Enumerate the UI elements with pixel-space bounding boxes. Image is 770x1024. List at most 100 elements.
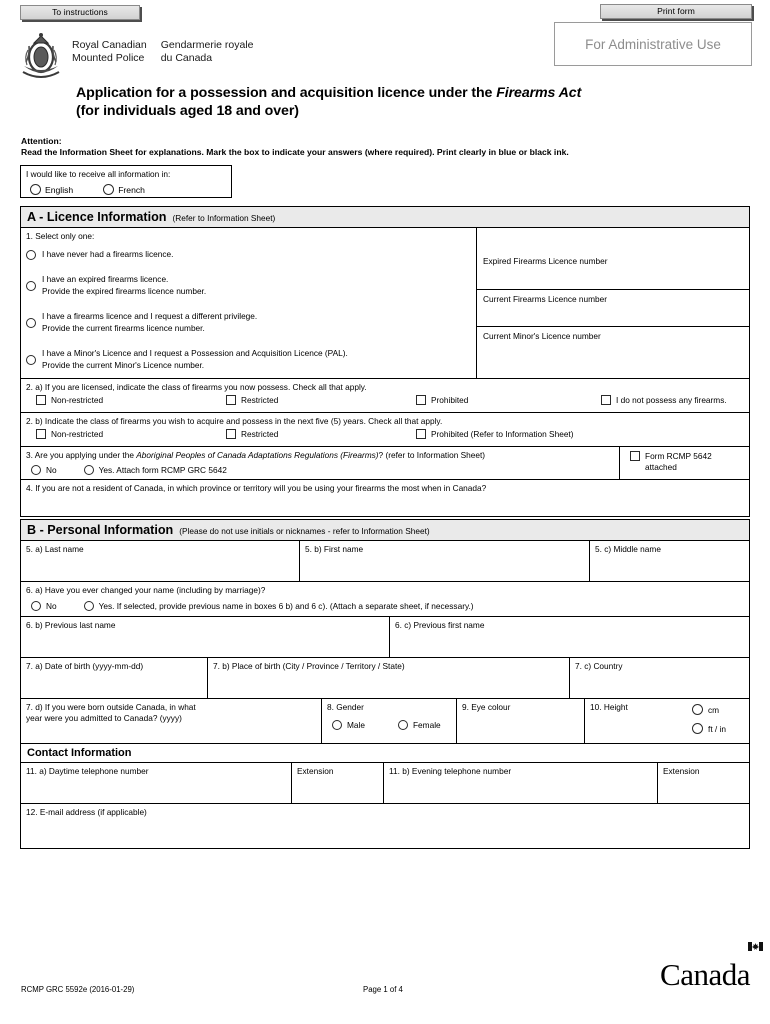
question-3-label: 3. Are you applying under the Aboriginal…: [26, 450, 614, 461]
gender-option-male[interactable]: Male: [327, 720, 365, 730]
date-of-birth-field[interactable]: 7. a) Date of birth (yyyy-mm-dd): [21, 658, 207, 698]
page-title-line1-text: Application for a possession and acquisi…: [76, 85, 497, 101]
previous-first-name-field[interactable]: 6. c) Previous first name: [389, 617, 749, 657]
expired-firearms-licence-field[interactable]: Expired Firearms Licence number: [477, 252, 749, 289]
email-row: 12. E-mail address (if applicable): [21, 804, 749, 848]
print-form-button[interactable]: Print form: [600, 4, 752, 19]
q3-option-yes[interactable]: Yes. Attach form RCMP GRC 5642: [79, 465, 227, 475]
checkbox-2a-none[interactable]: [601, 395, 611, 405]
gender-option-male-label: Male: [347, 720, 365, 730]
section-b-title: B - Personal Information: [27, 523, 174, 537]
q1-option-3-line2: Provide the current firearms licence num…: [42, 322, 205, 333]
rcmp-wordmark: Royal Canadian Mounted Police Gendarmeri…: [72, 39, 254, 64]
page-title-line2: (for individuals aged 18 and over): [76, 102, 299, 119]
q3-option-no[interactable]: No: [26, 465, 57, 475]
question-4-label: 4. If you are not a resident of Canada, …: [26, 483, 487, 493]
q2b-checkbox-restricted[interactable]: Restricted: [221, 429, 411, 439]
radio-q6a-yes[interactable]: [83, 601, 94, 611]
country-field[interactable]: 7. c) Country: [569, 658, 749, 698]
first-name-field[interactable]: 5. b) First name: [299, 541, 589, 581]
checkbox-form-5642-attached[interactable]: [630, 451, 640, 461]
last-name-field[interactable]: 5. a) Last name: [21, 541, 299, 581]
daytime-phone-field[interactable]: 11. a) Daytime telephone number: [21, 763, 291, 803]
q1-option-4-line1: I have a Minor's Licence and I request a…: [42, 348, 348, 359]
q1-option-3-line1: I have a firearms licence and I request …: [42, 311, 258, 322]
place-of-birth-field[interactable]: 7. b) Place of birth (City / Province / …: [207, 658, 569, 698]
middle-name-field[interactable]: 5. c) Middle name: [589, 541, 749, 581]
daytime-extension-field[interactable]: Extension: [291, 763, 383, 803]
checkbox-2a-prohibited[interactable]: [416, 395, 426, 405]
radio-q3-no[interactable]: [31, 465, 41, 475]
q1-option-never-had-licence[interactable]: I have never had a firearms licence.: [21, 243, 476, 267]
contact-information-header: Contact Information: [21, 744, 749, 763]
licence-number-spacer: [477, 228, 749, 252]
q6a-option-no[interactable]: No: [26, 601, 57, 611]
current-minors-licence-field[interactable]: Current Minor's Licence number: [477, 326, 749, 363]
q1-option-2-line1: I have an expired firearms licence.: [42, 274, 169, 285]
radio-gender-female[interactable]: [397, 720, 408, 730]
q1-option-minors-licence[interactable]: I have a Minor's Licence and I request a…: [21, 341, 476, 378]
previous-first-name-label: 6. c) Previous first name: [395, 620, 485, 630]
question-3-label-b: ? (refer to Information Sheet): [378, 450, 486, 460]
radio-english[interactable]: [30, 184, 41, 195]
question-4-field[interactable]: 4. If you are not a resident of Canada, …: [21, 480, 749, 516]
to-instructions-button[interactable]: To instructions: [20, 5, 140, 20]
q2b-option-1-label: Non-restricted: [51, 429, 104, 439]
radio-expired-licence[interactable]: [26, 280, 36, 291]
radio-q6a-no[interactable]: [31, 601, 41, 611]
current-firearms-licence-field[interactable]: Current Firearms Licence number: [477, 289, 749, 326]
radio-different-privilege[interactable]: [26, 317, 36, 328]
question-1-block: 1. Select only one: I have never had a f…: [21, 228, 749, 378]
radio-minors-licence[interactable]: [26, 354, 36, 365]
height-field: 10. Height cm ft / in: [584, 699, 749, 743]
q2a-checkbox-none[interactable]: I do not possess any firearms.: [596, 395, 727, 405]
previous-last-name-label: 6. b) Previous last name: [26, 620, 116, 630]
language-option-english[interactable]: English: [26, 184, 73, 195]
radio-gender-male[interactable]: [332, 720, 342, 730]
q1-option-expired-licence[interactable]: I have an expired firearms licence. Prov…: [21, 267, 476, 304]
evening-extension-field[interactable]: Extension: [657, 763, 749, 803]
checkbox-2a-restricted[interactable]: [226, 395, 236, 405]
date-of-birth-label: 7. a) Date of birth (yyyy-mm-dd): [26, 661, 144, 671]
radio-french[interactable]: [103, 184, 115, 195]
form-5642-attached-block[interactable]: Form RCMP 5642 attached: [619, 447, 749, 479]
checkbox-2b-restricted[interactable]: [226, 429, 236, 439]
licence-number-fields: Expired Firearms Licence number Current …: [476, 228, 749, 378]
admission-year-field[interactable]: 7. d) If you were born outside Canada, i…: [21, 699, 321, 743]
evening-phone-label: 11. b) Evening telephone number: [389, 766, 512, 776]
eye-colour-field[interactable]: 9. Eye colour: [456, 699, 584, 743]
q2b-checkbox-prohibited[interactable]: Prohibited (Refer to Information Sheet): [411, 429, 574, 439]
q1-option-different-privilege[interactable]: I have a firearms licence and I request …: [21, 304, 476, 341]
expired-firearms-licence-label: Expired Firearms Licence number: [483, 256, 608, 266]
canada-wordmark: Canada: [660, 942, 763, 993]
language-option-french[interactable]: French: [99, 184, 145, 195]
question-1-label: 1. Select only one:: [26, 231, 95, 241]
q2a-checkbox-restricted[interactable]: Restricted: [221, 395, 411, 405]
email-field[interactable]: 12. E-mail address (if applicable): [21, 804, 749, 848]
firearms-act-italic: Firearms Act: [496, 85, 582, 101]
checkbox-2b-non-restricted[interactable]: [36, 429, 46, 439]
q2a-option-1-label: Non-restricted: [51, 395, 104, 405]
checkbox-2b-prohibited[interactable]: [416, 429, 426, 439]
q6a-option-yes[interactable]: Yes. If selected, provide previous name …: [79, 601, 474, 611]
gender-option-female[interactable]: Female: [393, 720, 441, 730]
q2a-checkbox-prohibited[interactable]: Prohibited: [411, 395, 596, 405]
radio-height-cm[interactable]: [692, 704, 704, 715]
height-unit-cm[interactable]: cm: [687, 704, 726, 715]
radio-never-had-licence[interactable]: [26, 250, 36, 260]
rcmp-crest-icon: [22, 33, 60, 78]
top-button-bar: To instructions Print form: [0, 0, 770, 22]
q1-option-2-line2: Provide the expired firearms licence num…: [42, 285, 207, 296]
height-unit-ftin[interactable]: ft / in: [687, 723, 726, 734]
evening-phone-field[interactable]: 11. b) Evening telephone number: [383, 763, 657, 803]
admission-year-label-line1: 7. d) If you were born outside Canada, i…: [26, 702, 196, 712]
radio-height-ftin[interactable]: [692, 723, 704, 734]
previous-last-name-field[interactable]: 6. b) Previous last name: [21, 617, 389, 657]
checkbox-2a-non-restricted[interactable]: [36, 395, 46, 405]
radio-q3-yes[interactable]: [83, 465, 94, 475]
section-a-title: A - Licence Information: [27, 210, 167, 224]
daytime-extension-label: Extension: [297, 766, 334, 776]
q2a-checkbox-non-restricted[interactable]: Non-restricted: [31, 395, 221, 405]
q2b-checkbox-non-restricted[interactable]: Non-restricted: [31, 429, 221, 439]
height-label: 10. Height: [590, 702, 628, 712]
